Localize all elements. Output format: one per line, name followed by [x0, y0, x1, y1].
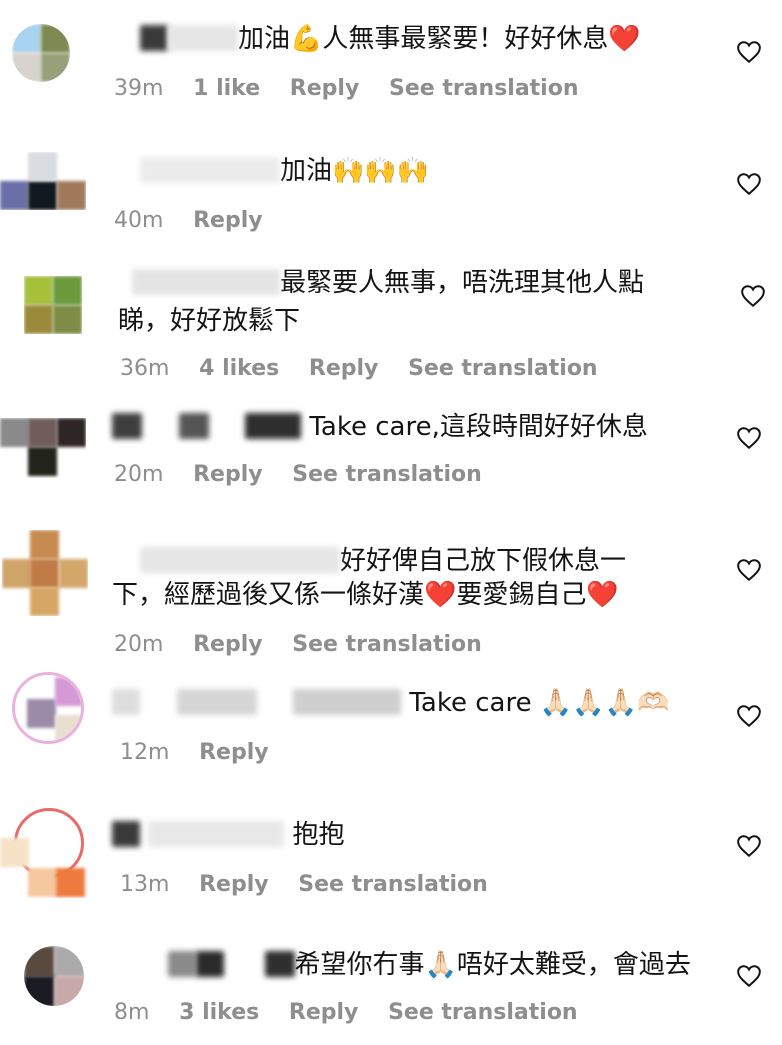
heart-outline-icon[interactable] — [736, 40, 762, 64]
comment-text: 加油💪人無事最緊要！好好休息❤️ — [140, 20, 641, 58]
comment-meta: 8m 3 likes Reply See translation — [114, 1000, 600, 1025]
see-translation-button[interactable]: See translation — [408, 356, 598, 381]
timestamp: 36m — [120, 356, 170, 381]
comment-meta: 20m Reply See translation — [114, 462, 504, 487]
comment-meta: 39m 1 like Reply See translation — [114, 76, 601, 101]
avatar[interactable] — [12, 24, 70, 82]
comment-text: 加油🙌🙌🙌 — [140, 152, 429, 190]
comment-meta: 20m Reply See translation — [114, 632, 504, 657]
blurred-username[interactable] — [168, 951, 196, 977]
comment-text: 好好俾自己放下假休息一 — [140, 542, 626, 580]
timestamp: 13m — [120, 872, 170, 897]
timestamp: 40m — [114, 208, 164, 233]
comment-meta: 40m Reply — [114, 208, 285, 233]
heart-outline-icon[interactable] — [740, 284, 766, 308]
avatar[interactable] — [0, 808, 90, 898]
reply-button[interactable]: Reply — [193, 632, 263, 657]
blurred-username[interactable] — [112, 413, 142, 439]
timestamp: 39m — [114, 76, 164, 101]
comment-meta: 12m Reply — [120, 740, 291, 765]
reply-button[interactable]: Reply — [289, 1000, 359, 1025]
blurred-username[interactable] — [112, 821, 140, 847]
reply-button[interactable]: Reply — [193, 208, 263, 233]
timestamp: 8m — [114, 1000, 150, 1025]
comment-text: 最緊要人無事，唔洗理其他人點 — [132, 264, 644, 302]
avatar[interactable] — [2, 530, 88, 616]
reply-button[interactable]: Reply — [199, 740, 269, 765]
timestamp: 20m — [114, 632, 164, 657]
comment-meta: 36m 4 likes Reply See translation — [120, 356, 620, 381]
timestamp: 12m — [120, 740, 170, 765]
avatar[interactable] — [24, 276, 82, 334]
comment-text: 希望你冇事🙏🏻唔好太難受，會過去 — [168, 946, 691, 984]
heart-outline-icon[interactable] — [736, 172, 762, 196]
blurred-username[interactable] — [140, 547, 340, 573]
likes-count[interactable]: 3 likes — [179, 1000, 259, 1025]
reply-button[interactable]: Reply — [199, 872, 269, 897]
avatar[interactable] — [0, 152, 86, 210]
avatar[interactable] — [12, 672, 84, 744]
see-translation-button[interactable]: See translation — [298, 872, 488, 897]
see-translation-button[interactable]: See translation — [388, 1000, 578, 1025]
reply-button[interactable]: Reply — [193, 462, 263, 487]
see-translation-button[interactable]: See translation — [389, 76, 579, 101]
comment-meta: 13m Reply See translation — [120, 872, 510, 897]
blurred-username[interactable] — [132, 269, 280, 295]
see-translation-button[interactable]: See translation — [292, 462, 482, 487]
heart-outline-icon[interactable] — [736, 426, 762, 450]
comment-text: Take care 🙏🏻🙏🏻🙏🏻🫶🏻 — [112, 684, 669, 722]
reply-button[interactable]: Reply — [290, 76, 360, 101]
blurred-username[interactable] — [140, 25, 168, 51]
heart-outline-icon[interactable] — [736, 704, 762, 728]
likes-count[interactable]: 4 likes — [199, 356, 279, 381]
blurred-username[interactable] — [140, 157, 280, 183]
heart-outline-icon[interactable] — [736, 558, 762, 582]
heart-outline-icon[interactable] — [736, 834, 762, 858]
avatar[interactable] — [24, 946, 84, 1006]
comment-text: Take care,這段時間好好休息 — [112, 408, 648, 446]
timestamp: 20m — [114, 462, 164, 487]
heart-outline-icon[interactable] — [736, 964, 762, 988]
avatar[interactable] — [0, 418, 86, 478]
reply-button[interactable]: Reply — [309, 356, 379, 381]
likes-count[interactable]: 1 like — [193, 76, 260, 101]
blurred-username[interactable] — [112, 689, 140, 715]
comment-text-line2: 下，經歷過後又係一條好漢❤️要愛錫自己❤️ — [112, 580, 619, 610]
comment-text-line2: 睇，好好放鬆下 — [118, 306, 301, 336]
see-translation-button[interactable]: See translation — [292, 632, 482, 657]
comment-text: 抱抱 — [112, 816, 345, 854]
